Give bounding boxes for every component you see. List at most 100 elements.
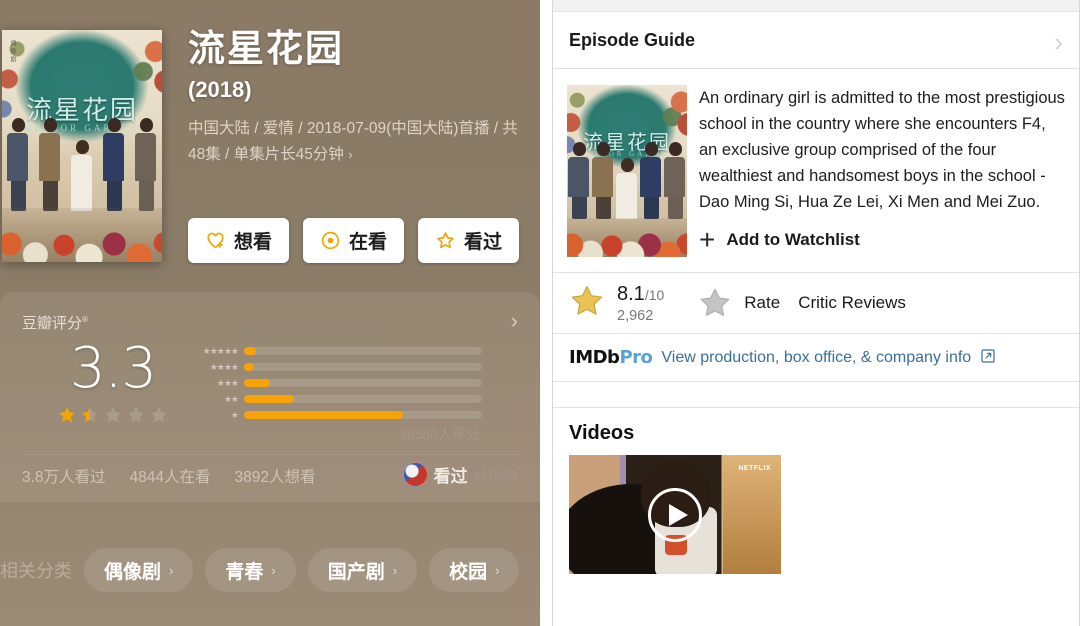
imdb-panel: Episode Guide › 流星花园 METEOR GARDEN An or… — [552, 0, 1080, 626]
chevron-right-icon: › — [348, 146, 353, 162]
douban-vote-count: 38550人评分 — [399, 426, 480, 442]
distribution-track — [244, 347, 482, 355]
add-to-watchlist-label: Add to Watchlist — [726, 230, 860, 249]
seen-time-ago: 1分钟前 — [473, 469, 518, 483]
douban-poster[interactable]: 偶像剧 流星花园 METEOR GARDEN — [2, 30, 162, 262]
imdb-summary-text-col: An ordinary girl is admitted to the most… — [687, 85, 1065, 257]
imdb-spacer-row — [553, 382, 1079, 408]
screenshot-root: 偶像剧 流星花园 METEOR GARDEN 流星花园 (2018) 中国大陆 … — [0, 0, 1080, 626]
imdb-rating-values: 8.1/10 2,962 — [617, 283, 664, 324]
imdb-videos-section: Videos NETFLIX — [553, 408, 1079, 574]
stat-wish: 3892人想看 — [234, 469, 316, 486]
distribution-row: ★★★★★ — [182, 344, 482, 358]
imdbpro-logo: IMDb Pro — [569, 347, 653, 368]
netflix-badge: NETFLIX — [738, 465, 771, 472]
distribution-stars: ★★★★ — [209, 361, 239, 372]
imdb-poster-thumb[interactable]: 流星花园 METEOR GARDEN — [567, 85, 687, 257]
wish-button[interactable]: 想看 — [188, 218, 290, 263]
chevron-right-icon: › — [392, 562, 398, 578]
star-grey-icon — [700, 288, 730, 316]
external-link-icon — [980, 348, 996, 368]
distribution-track — [244, 395, 482, 403]
wish-button-label: 想看 — [234, 231, 273, 253]
episode-guide-row[interactable]: Episode Guide › — [553, 12, 1079, 69]
poster-artwork: 偶像剧 流星花园 METEOR GARDEN — [2, 30, 162, 262]
divider — [20, 454, 520, 455]
watched-button[interactable]: 看过 — [418, 218, 520, 263]
imdbpro-row[interactable]: IMDb Pro View production, box office, & c… — [553, 334, 1079, 382]
chevron-right-icon: › — [495, 562, 500, 578]
registered-mark: ® — [82, 315, 88, 324]
distribution-fill — [244, 395, 294, 403]
star-outline-icon — [437, 232, 454, 249]
star-empty-icon — [151, 407, 167, 423]
user-seen-status[interactable]: 看过 1分钟前 — [402, 462, 518, 487]
play-icon[interactable] — [648, 487, 702, 542]
imdb-vote-count: 2,962 — [617, 307, 654, 324]
imdb-score: 8.1/10 — [617, 283, 664, 306]
distribution-stars: ★★ — [223, 393, 239, 404]
tag-label: 校园 — [449, 561, 488, 583]
videos-heading: Videos — [569, 422, 635, 444]
douban-rating-card[interactable]: 豆瓣评分® › 3.3 ★★★★★ ★★★★ ★★★ ★★ ★ 38550人评分… — [0, 292, 540, 502]
distribution-stars: ★ — [230, 409, 239, 420]
watching-button[interactable]: 在看 — [303, 218, 405, 263]
rating-chevron-icon[interactable]: › — [511, 308, 518, 334]
tag-label: 青春 — [225, 561, 264, 583]
distribution-fill — [244, 347, 256, 355]
douban-title: 流星花园 — [188, 28, 344, 69]
star-full-icon — [59, 407, 75, 423]
seen-label: 看过 — [433, 467, 468, 486]
distribution-fill — [244, 411, 404, 419]
distribution-track — [244, 363, 482, 371]
tag-chip[interactable]: 偶像剧 › — [84, 548, 194, 592]
distribution-fill — [244, 363, 254, 371]
distribution-track — [244, 411, 482, 419]
avatar — [402, 462, 428, 487]
douban-panel: 偶像剧 流星花园 METEOR GARDEN 流星花园 (2018) 中国大陆 … — [0, 0, 540, 626]
douban-rating-label: 豆瓣评分® — [22, 312, 88, 333]
video-thumbnail[interactable]: NETFLIX — [569, 455, 781, 574]
poster-cast — [567, 142, 687, 220]
imdb-summary-block: 流星花园 METEOR GARDEN An ordinary girl is a… — [553, 69, 1079, 257]
plus-icon: + — [699, 224, 716, 255]
douban-score-stars — [57, 405, 169, 425]
imdb-rate-button[interactable]: Rate — [698, 286, 780, 320]
external-link-glyph — [981, 348, 995, 363]
star-half-icon — [82, 407, 98, 423]
distribution-row: ★★ — [182, 392, 482, 406]
star-empty-icon — [128, 407, 144, 423]
add-to-watchlist-button[interactable]: + Add to Watchlist — [699, 224, 1065, 255]
chevron-right-icon[interactable]: › — [1054, 29, 1063, 55]
imdbpro-link-text[interactable]: View production, box office, & company i… — [661, 349, 971, 367]
video-right-panel — [723, 455, 781, 574]
star-empty-icon — [105, 407, 121, 423]
poster-artwork: 流星花园 METEOR GARDEN — [567, 85, 687, 257]
distribution-stars: ★★★ — [216, 377, 239, 388]
chevron-right-icon: › — [169, 562, 174, 578]
tag-chip[interactable]: 青春 › — [205, 548, 296, 592]
critic-reviews-link[interactable]: Critic Reviews — [798, 293, 906, 313]
tag-label: 偶像剧 — [104, 561, 162, 583]
watching-button-label: 在看 — [349, 231, 388, 253]
douban-meta-text: 中国大陆 / 爱情 / 2018-07-09(中国大陆)首播 / 共48集 / … — [188, 119, 518, 163]
rating-label-text: 豆瓣评分 — [22, 315, 83, 332]
distribution-row: ★★★★ — [182, 360, 482, 374]
imdbpro-logo-blue: Pro — [619, 347, 653, 368]
tag-chip[interactable]: 国产剧 › — [307, 548, 418, 592]
douban-header: 偶像剧 流星花园 METEOR GARDEN 流星花园 (2018) 中国大陆 … — [0, 22, 540, 280]
distribution-fill — [244, 379, 271, 387]
douban-tag-row: 相关分类 偶像剧 › 青春 › 国产剧 › 校园 › — [0, 545, 540, 595]
douban-score: 3.3 — [70, 336, 157, 401]
douban-meta-line[interactable]: 中国大陆 / 爱情 / 2018-07-09(中国大陆)首播 / 共48集 / … — [188, 116, 528, 168]
imdb-score-value: 8.1 — [617, 282, 645, 305]
poster-flowers-bottom — [567, 218, 687, 257]
douban-stats: 3.8万人看过 4844人在看 3892人想看 — [22, 465, 316, 487]
tag-chip[interactable]: 校园 › — [429, 548, 520, 592]
imdbpro-logo-dark: IMDb — [569, 347, 620, 368]
poster-vertical-text: 偶像剧 — [9, 40, 15, 64]
imdb-rating-star — [569, 283, 609, 324]
rating-distribution: ★★★★★ ★★★★ ★★★ ★★ ★ — [182, 344, 482, 424]
poster-cast — [2, 109, 162, 211]
distribution-track — [244, 379, 482, 387]
